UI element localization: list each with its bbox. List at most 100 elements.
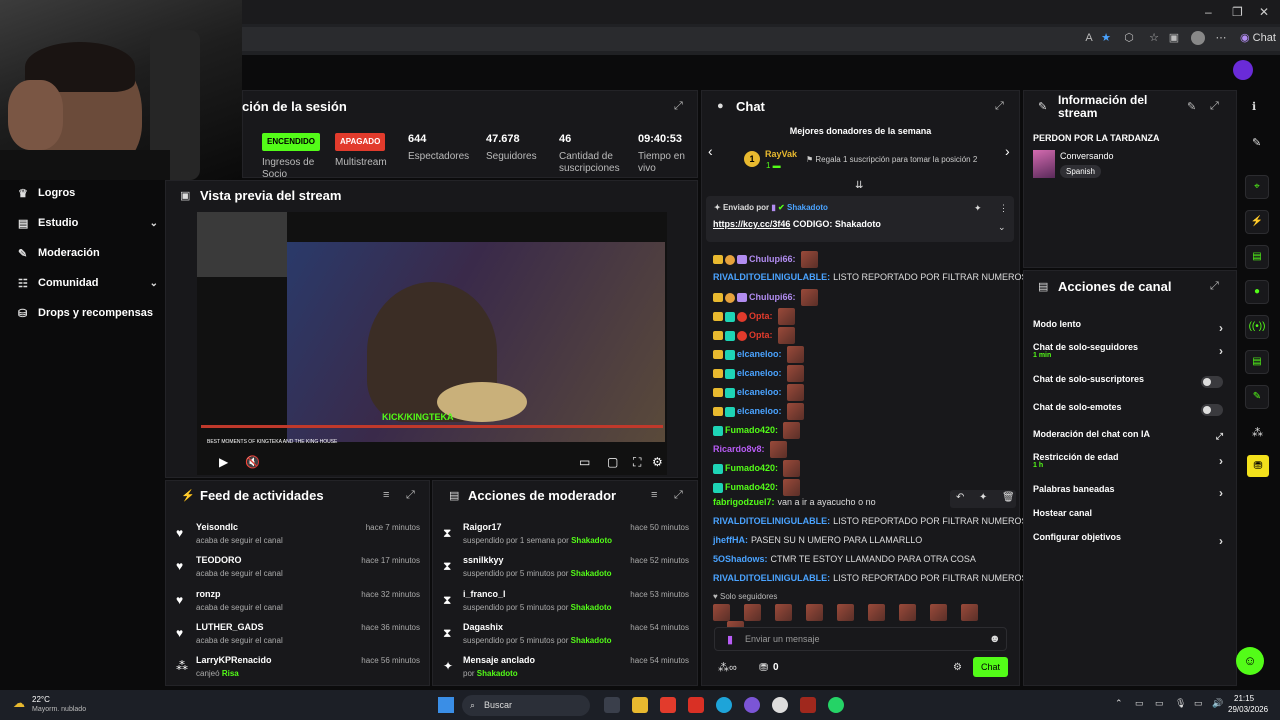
rail-button-wrench[interactable]: ✎ [1245, 385, 1269, 409]
favorite-star-icon[interactable]: ★ [1099, 31, 1113, 45]
mod-target[interactable]: i_franco_l [463, 589, 506, 599]
chat-username[interactable]: Chulupi66: [749, 292, 796, 302]
chat-username[interactable]: elcaneloo: [737, 387, 782, 397]
rail-button-actions[interactable]: ▤ [1245, 350, 1269, 374]
channel-action-row[interactable]: Palabras baneadas › [1033, 484, 1223, 504]
chat-username[interactable]: Ricardo8v8: [713, 444, 765, 454]
chat-username[interactable]: 5OShadows: [713, 554, 768, 564]
sidebar-item-moderacion[interactable]: ✎ Moderación [18, 245, 100, 261]
channel-action-row[interactable]: Chat de solo-seguidores 1 min › [1033, 342, 1223, 362]
more-options-icon[interactable]: ⋮ [999, 203, 1008, 214]
file-explorer-icon[interactable] [632, 697, 648, 713]
collections-icon[interactable]: ▣ [1167, 31, 1181, 45]
expand-icon[interactable]: ⤢ [674, 100, 683, 113]
mute-icon[interactable]: 🔇 [245, 455, 260, 469]
feed-user[interactable]: TEODORO [196, 555, 242, 565]
delete-icon[interactable]: 🗑 [1002, 492, 1015, 503]
sidebar-item-estudio[interactable]: ▤ Estudio ⌄ [18, 215, 158, 231]
rail-button-lightning[interactable]: ⚡ [1245, 210, 1269, 234]
chat-username[interactable]: jheffHA: [713, 535, 748, 545]
rail-button-broadcast[interactable]: ((•)) [1245, 315, 1269, 339]
emote-icon[interactable] [713, 604, 730, 621]
minimize-icon[interactable]: – [1205, 5, 1212, 19]
help-bubble-icon[interactable]: ☺ [1236, 647, 1264, 675]
channel-points-icon[interactable]: ⁂∞ [718, 661, 737, 674]
task-view-icon[interactable] [604, 697, 620, 713]
theater-icon[interactable]: ▢ [607, 455, 618, 469]
channel-action-row[interactable]: Restricción de edad 1 h › [1033, 452, 1223, 472]
mod-target[interactable]: Mensaje anclado [463, 655, 535, 665]
mod-target[interactable]: ssnilkkyy [463, 555, 504, 565]
chat-input[interactable]: ▮ Enviar un mensaje ☻ [714, 627, 1007, 651]
rail-button-chat[interactable]: ● [1245, 280, 1269, 304]
filter-icon[interactable]: ≡ [651, 489, 657, 501]
chevron-down-icon[interactable]: ⌄ [998, 222, 1006, 233]
donor-name[interactable]: RayVak [765, 149, 797, 159]
settings-gear-icon[interactable]: ⚙ [953, 662, 962, 673]
network-icon[interactable]: ▭ [1194, 698, 1203, 709]
more-menu-icon[interactable]: ⋯ [1214, 31, 1228, 45]
channel-action-row[interactable]: Modo lento › [1033, 319, 1223, 339]
emote-icon[interactable] [899, 604, 916, 621]
profile-avatar[interactable] [1191, 31, 1205, 45]
chat-username[interactable]: Opta: [749, 311, 773, 321]
app-icon-2[interactable] [800, 697, 816, 713]
expand-icon[interactable]: ⤢ [406, 489, 415, 502]
feed-user[interactable]: LarryKPRenacido [196, 655, 272, 665]
pip-icon[interactable]: ▭ [579, 455, 590, 469]
video-progress-bar[interactable] [201, 425, 663, 428]
gift-icon[interactable]: ⛃ [759, 661, 768, 674]
expand-icon[interactable]: ⤢ [1210, 280, 1219, 293]
chrome-icon[interactable] [772, 697, 788, 713]
channel-action-row[interactable]: Chat de solo-emotes [1033, 402, 1223, 422]
clock-time[interactable]: 21:15 [1234, 694, 1254, 703]
expand-icon[interactable]: ⤢ [1210, 100, 1219, 113]
chat-username[interactable]: Fumado420: [725, 482, 778, 492]
tray-chevron-icon[interactable]: ⌃ [1115, 698, 1123, 709]
chat-username[interactable]: elcaneloo: [737, 406, 782, 416]
emote-icon[interactable] [744, 604, 761, 621]
chat-username[interactable]: Chulupi66: [749, 254, 796, 264]
edit-pencil-icon[interactable]: ✎ [1252, 136, 1261, 149]
emote-icon[interactable] [775, 604, 792, 621]
tray-app-icon[interactable]: ▭ [1155, 698, 1164, 709]
emote-icon[interactable] [961, 604, 978, 621]
pin-icon[interactable]: ✦ [979, 492, 987, 503]
settings-gear-icon[interactable]: ⚙ [652, 455, 663, 469]
emote-icon[interactable] [806, 604, 823, 621]
toggle-switch[interactable] [1201, 404, 1223, 416]
channel-action-row[interactable]: Chat de solo-suscriptores [1033, 374, 1223, 394]
emoji-icon[interactable]: ☻ [989, 633, 1001, 645]
chat-username[interactable]: elcaneloo: [737, 349, 782, 359]
toggle-switch[interactable] [1201, 376, 1223, 388]
expand-icon[interactable]: ⤢ [995, 100, 1004, 113]
unpin-icon[interactable]: ✦ [974, 203, 982, 214]
category-name[interactable]: Conversando [1060, 151, 1114, 161]
chat-username[interactable]: RIVALDITOELINIGULABLE: [713, 272, 830, 282]
fullscreen-icon[interactable]: ⛶ [633, 455, 641, 470]
sidebar-item-logros[interactable]: ♛ Logros [18, 185, 75, 201]
mod-target[interactable]: Dagashix [463, 622, 503, 632]
info-icon[interactable]: ℹ [1252, 100, 1256, 113]
favorites-icon[interactable]: ☆ [1147, 31, 1161, 45]
emote-icon[interactable] [930, 604, 947, 621]
gift-icon[interactable]: ⛃ [1247, 455, 1269, 477]
wps-icon[interactable] [688, 697, 704, 713]
channel-points-icon[interactable]: ⁂ [1252, 426, 1263, 439]
edit-pencil-icon[interactable]: ✎ [1187, 100, 1196, 113]
sidebar-item-drops[interactable]: ⛁ Drops y recompensas [18, 305, 153, 321]
filter-icon[interactable]: ≡ [383, 489, 389, 501]
pinned-link[interactable]: https://kcy.cc/3f46 [713, 219, 790, 229]
whatsapp-icon[interactable] [828, 697, 844, 713]
mic-icon[interactable]: 🎙 [1175, 698, 1186, 709]
chevron-left-icon[interactable]: ‹ [708, 143, 713, 159]
user-avatar[interactable] [1233, 60, 1253, 80]
maximize-icon[interactable]: ❐ [1232, 5, 1243, 19]
channel-action-row[interactable]: Configurar objetivos › [1033, 532, 1223, 552]
expand-icon[interactable]: ⤢ [674, 489, 683, 502]
play-icon[interactable]: ▶ [219, 455, 228, 469]
app-icon[interactable] [660, 697, 676, 713]
channel-action-row[interactable]: Hostear canal [1033, 508, 1223, 528]
taskbar-search[interactable]: ⌕ Buscar [462, 695, 590, 716]
edge-icon[interactable] [716, 697, 732, 713]
